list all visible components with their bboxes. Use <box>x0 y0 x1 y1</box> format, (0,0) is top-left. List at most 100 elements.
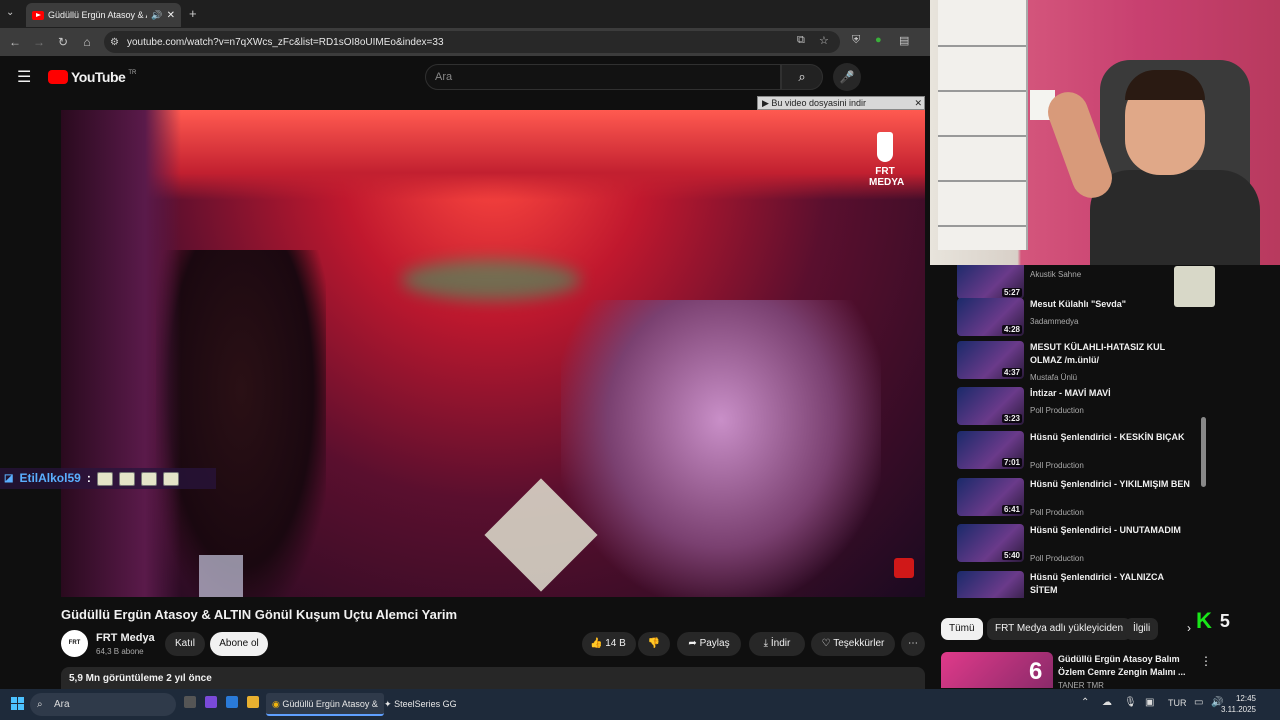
join-button[interactable]: Katıl <box>165 632 205 656</box>
webcam-shelf <box>938 0 1028 250</box>
chat-emote-icon <box>140 471 157 486</box>
download-button[interactable]: ⤓ İndir <box>749 632 805 656</box>
green-extension-icon[interactable]: ● <box>875 34 882 46</box>
task-view-icon[interactable] <box>184 696 196 708</box>
duration: 6:41 <box>1001 505 1022 514</box>
playlist-title: MESUT KÜLAHLI-HATASIZ KUL OLMAZ /m.ünlü/ <box>1030 342 1165 365</box>
playlist-item[interactable]: 3:23 İntizar - MAVİ MAVİ Poll Production <box>957 387 1197 433</box>
new-tab-button[interactable]: + <box>189 6 197 21</box>
playlist-title: Hüsnü Şenlendirici - YALNIZCA SİTEM <box>1030 572 1164 595</box>
file-explorer-icon[interactable] <box>247 696 259 708</box>
taskbar-clock[interactable]: 12:45 3.11.2025 <box>1221 693 1256 715</box>
search-button[interactable]: ⌕ <box>781 64 823 90</box>
channel-avatar[interactable]: FRT <box>61 630 88 657</box>
tray-mic-icon[interactable]: 🎙 <box>1124 697 1137 708</box>
mic-icon: 🎤 <box>839 70 855 84</box>
video-player[interactable]: FRT MEDYA <box>61 110 925 597</box>
youtube-logo[interactable]: YouTube TR <box>48 69 136 85</box>
search-input[interactable]: Ara <box>425 64 781 90</box>
thanks-label: Teşekkürler <box>833 638 885 649</box>
thumbs-down-icon: 👎 <box>647 638 661 649</box>
chip-all[interactable]: Tümü <box>941 618 983 640</box>
emote-overlay-small <box>199 555 243 597</box>
playlist-thumbnail: 4:28 <box>957 298 1024 336</box>
video-scene-foreground <box>61 110 181 597</box>
taskbar-steelseries-label: SteelSeries GG <box>394 699 457 709</box>
thanks-button[interactable]: ♡ Teşekkürler <box>811 632 895 656</box>
webcam-person-body <box>1090 170 1260 265</box>
menu-icon[interactable]: ☰ <box>17 67 31 87</box>
audio-icon[interactable]: 🔊 <box>151 10 162 21</box>
close-tab-icon[interactable]: ✕ <box>167 10 175 21</box>
url-text: youtube.com/watch?v=n7qXWcs_zFc&list=RD1… <box>126 36 444 48</box>
download-video-bar[interactable]: ▶ Bu video dosyasini indir ✕ <box>757 96 925 110</box>
playlist-item[interactable]: 5:40 Hüsnü Şenlendirici - UNUTAMADIM Pol… <box>957 524 1197 570</box>
search-icon: ⌕ <box>798 69 806 84</box>
playlist-channel: Poll Production <box>1030 406 1084 415</box>
chat-emote-icon <box>96 471 113 486</box>
playlist-item[interactable]: 4:37 MESUT KÜLAHLI-HATASIZ KUL OLMAZ /m.… <box>957 341 1197 387</box>
chrome-icon: ◉ <box>272 699 280 709</box>
app-icon[interactable] <box>205 696 217 708</box>
forward-icon[interactable]: → <box>27 35 51 49</box>
playlist-item[interactable]: 6:41 Hüsnü Şenlendirici - YIKILMIŞIM BEN… <box>957 478 1197 524</box>
view-count: 5,9 Mn görüntüleme 2 yıl önce <box>69 673 212 684</box>
windows-start-icon[interactable] <box>11 697 24 710</box>
playlist-item[interactable]: Hüsnü Şenlendirici - YALNIZCA SİTEM <box>957 571 1197 598</box>
recommended-video[interactable]: 6 Güdüllü Ergün Atasoy Balım Özlem Cemre… <box>941 652 1221 690</box>
reco-more-icon[interactable]: ⋮ <box>1200 654 1212 668</box>
tray-app-icon[interactable]: ▣ <box>1145 697 1154 708</box>
duration: 4:37 <box>1001 368 1022 377</box>
tray-chevron-icon[interactable]: ⌃ <box>1081 697 1089 708</box>
taskbar-search[interactable]: ⌕ Ara <box>30 693 176 716</box>
tray-app-icon[interactable]: ☁ <box>1102 697 1112 708</box>
more-icon: ⋯ <box>908 638 918 649</box>
browser-tab[interactable]: Güdüllü Ergün Atasoy & AL 🔊 ✕ <box>26 3 181 27</box>
video-scene-dancer <box>561 300 881 597</box>
like-button[interactable]: 👍 14 B <box>582 632 636 656</box>
share-label: Paylaş <box>699 638 730 649</box>
subscribe-button[interactable]: Abone ol <box>210 632 268 656</box>
back-icon[interactable]: ← <box>3 35 27 49</box>
chat-emote-icon <box>118 471 135 486</box>
playlist-scroll-thumb[interactable] <box>1201 417 1206 487</box>
playlist-item[interactable]: 4:28 Mesut Külahlı "Sevda" 3adammedya <box>957 298 1197 344</box>
install-icon[interactable]: ⧉ <box>797 34 805 47</box>
chat-colon: : <box>86 471 91 485</box>
steelseries-icon: ✦ <box>384 699 392 709</box>
chip-related[interactable]: İlgili <box>1125 618 1159 640</box>
shield-extension-icon[interactable]: ⛨ <box>852 34 860 47</box>
close-icon[interactable]: ✕ <box>914 97 922 109</box>
taskbar-chrome-app[interactable]: ◉ Güdüllü Ergün Atasoy & <box>266 693 384 716</box>
chat-username: EtilAlkol59 <box>19 471 81 485</box>
chip-from-uploader[interactable]: FRT Medya adlı yükleyiciden <box>987 618 1132 640</box>
bookmark-star-icon[interactable]: ☆ <box>819 34 829 47</box>
playlist-thumbnail: 5:40 <box>957 524 1024 562</box>
url-bar[interactable]: ⚙ youtube.com/watch?v=n7qXWcs_zFc&list=R… <box>104 31 840 53</box>
home-icon[interactable]: ⌂ <box>75 35 99 49</box>
share-button[interactable]: ➦ Paylaş <box>677 632 741 656</box>
reco-title: Güdüllü Ergün Atasoy Balım Özlem Cemre Z… <box>1058 654 1186 677</box>
tab-search-icon[interactable]: ⌄ <box>6 7 14 18</box>
dislike-button[interactable]: 👎 <box>638 632 670 656</box>
channel-name[interactable]: FRT Medya <box>96 632 155 644</box>
extensions-icon[interactable]: ▤ <box>899 34 909 47</box>
chevron-right-icon[interactable]: › <box>1187 621 1191 635</box>
site-info-icon[interactable]: ⚙ <box>110 37 119 48</box>
taskbar-steelseries-app[interactable]: ✦ SteelSeries GG <box>378 693 463 716</box>
network-icon[interactable]: ▭ <box>1194 697 1203 708</box>
more-actions-button[interactable]: ⋯ <box>901 632 925 656</box>
voice-search-button[interactable]: 🎤 <box>833 63 861 91</box>
reco-thumbnail: 6 <box>941 652 1053 688</box>
language-indicator[interactable]: TUR <box>1168 698 1187 708</box>
app-icon[interactable] <box>226 696 238 708</box>
taskbar-search-label: Ara <box>54 699 70 710</box>
video-scene-lights <box>401 260 581 300</box>
reload-icon[interactable]: ↻ <box>51 35 75 49</box>
playlist-item[interactable]: 7:01 Hüsnü Şenlendirici - KESKİN BIÇAK P… <box>957 431 1197 477</box>
playlist-title: Hüsnü Şenlendirici - UNUTAMADIM <box>1030 525 1181 535</box>
like-count: 14 B <box>605 638 626 649</box>
duration: 5:40 <box>1001 551 1022 560</box>
thanks-icon: ♡ <box>821 638 831 649</box>
youtube-header: ☰ YouTube TR Ara ⌕ 🎤 <box>0 56 930 98</box>
